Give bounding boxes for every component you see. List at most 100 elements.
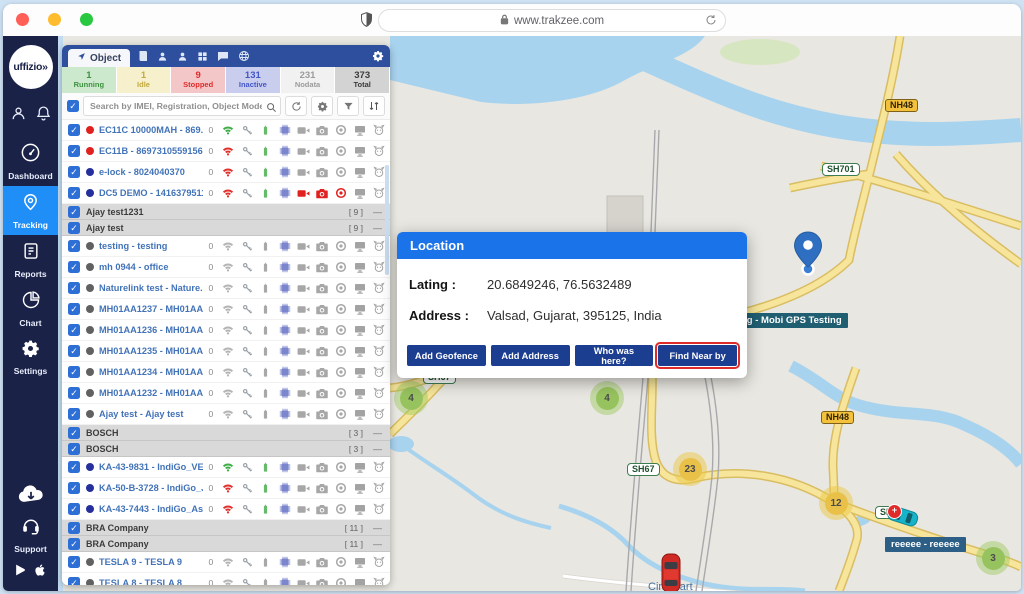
anti-theft-mask-icon[interactable] xyxy=(369,145,388,157)
key-icon[interactable] xyxy=(238,409,257,420)
vehicle-checkbox[interactable] xyxy=(68,577,80,585)
monitor-icon[interactable] xyxy=(350,346,369,357)
apple-icon[interactable] xyxy=(34,562,48,583)
photo-camera-icon[interactable] xyxy=(313,125,332,136)
vehicle-checkbox[interactable] xyxy=(68,503,80,515)
chat-icon[interactable] xyxy=(217,51,229,62)
vehicle-name[interactable]: MH01AA1234 - MH01AA... xyxy=(99,367,203,377)
globe-icon[interactable] xyxy=(238,50,250,62)
video-camera-icon[interactable] xyxy=(294,188,313,199)
vehicle-name[interactable]: mh 0944 - office xyxy=(99,262,203,272)
anti-theft-mask-icon[interactable] xyxy=(369,345,388,357)
battery-icon[interactable] xyxy=(256,504,275,515)
vehicle-checkbox[interactable] xyxy=(68,461,80,473)
refresh-icon[interactable] xyxy=(285,96,307,116)
vehicle-checkbox[interactable] xyxy=(68,166,80,178)
key-icon[interactable] xyxy=(238,483,257,494)
status-chip-total[interactable]: 373Total xyxy=(335,67,390,93)
sidebar-item-settings[interactable]: Settings xyxy=(3,333,58,382)
video-camera-icon[interactable] xyxy=(294,578,313,586)
record-disc-icon[interactable] xyxy=(332,387,351,399)
anti-theft-mask-icon[interactable] xyxy=(369,324,388,336)
vehicle-row[interactable]: TESLA 9 - TESLA 90 xyxy=(62,552,390,573)
anti-theft-mask-icon[interactable] xyxy=(369,282,388,294)
vehicle-checkbox[interactable] xyxy=(68,324,80,336)
status-chip-running[interactable]: 1Running xyxy=(62,67,117,93)
record-disc-icon[interactable] xyxy=(332,366,351,378)
anti-theft-mask-icon[interactable] xyxy=(369,556,388,568)
vehicle-checkbox[interactable] xyxy=(68,387,80,399)
chip-icon[interactable] xyxy=(275,482,294,494)
key-icon[interactable] xyxy=(238,125,257,136)
vehicle-checkbox[interactable] xyxy=(68,187,80,199)
chip-icon[interactable] xyxy=(275,303,294,315)
sort-icon[interactable] xyxy=(363,96,385,116)
key-icon[interactable] xyxy=(238,188,257,199)
collapse-icon[interactable]: — xyxy=(373,428,382,438)
key-icon[interactable] xyxy=(238,462,257,473)
record-disc-icon[interactable] xyxy=(332,282,351,294)
photo-camera-icon[interactable] xyxy=(313,241,332,252)
wifi-icon[interactable] xyxy=(219,408,238,420)
cluster-marker[interactable]: 4 xyxy=(590,381,624,415)
photo-camera-icon[interactable] xyxy=(313,388,332,399)
uffizio-logo[interactable]: uffizio» xyxy=(9,45,53,89)
key-icon[interactable] xyxy=(238,367,257,378)
vehicle-row[interactable]: MH01AA1236 - MH01AA...0 xyxy=(62,320,390,341)
search-icon[interactable] xyxy=(266,100,277,118)
sidebar-item-dashboard[interactable]: Dashboard xyxy=(3,137,58,186)
vehicle-name[interactable]: MH01AA1235 - MH01AA... xyxy=(99,346,203,356)
wifi-icon[interactable] xyxy=(219,145,238,157)
battery-icon[interactable] xyxy=(256,262,275,273)
monitor-icon[interactable] xyxy=(350,188,369,199)
group-checkbox[interactable] xyxy=(68,206,80,218)
vehicle-label[interactable]: ng - Mobi GPS Testing xyxy=(735,313,848,328)
tab-object[interactable]: Object xyxy=(68,49,130,67)
reload-icon[interactable] xyxy=(705,14,717,29)
status-chip-stopped[interactable]: 9Stopped xyxy=(171,67,226,93)
monitor-icon[interactable] xyxy=(350,557,369,568)
vehicle-row[interactable]: DC5 DEMO - 141637951110 xyxy=(62,183,390,204)
group-row[interactable]: BOSCH[ 3 ]— xyxy=(62,441,390,457)
collapse-icon[interactable]: — xyxy=(373,207,382,217)
vehicle-checkbox[interactable] xyxy=(68,482,80,494)
record-disc-icon[interactable] xyxy=(332,324,351,336)
vehicle-checkbox[interactable] xyxy=(68,345,80,357)
anti-theft-mask-icon[interactable] xyxy=(369,577,388,585)
anti-theft-mask-icon[interactable] xyxy=(369,303,388,315)
monitor-icon[interactable] xyxy=(350,504,369,515)
video-camera-icon[interactable] xyxy=(294,283,313,294)
find-near-by-button[interactable]: Find Near by xyxy=(658,345,737,366)
record-disc-icon[interactable] xyxy=(332,503,351,515)
person-icon[interactable] xyxy=(177,51,188,62)
vehicle-checkbox[interactable] xyxy=(68,261,80,273)
vehicle-checkbox[interactable] xyxy=(68,366,80,378)
vehicle-name[interactable]: EC11B - 8697310559156... xyxy=(99,146,203,156)
user-icon[interactable] xyxy=(10,105,27,127)
gear-icon[interactable] xyxy=(311,96,333,116)
vehicle-checkbox[interactable] xyxy=(68,282,80,294)
chip-icon[interactable] xyxy=(275,577,294,585)
monitor-icon[interactable] xyxy=(350,388,369,399)
battery-icon[interactable] xyxy=(256,462,275,473)
key-icon[interactable] xyxy=(238,388,257,399)
photo-camera-icon[interactable] xyxy=(313,325,332,336)
monitor-icon[interactable] xyxy=(350,241,369,252)
wifi-icon[interactable] xyxy=(219,166,238,178)
anti-theft-mask-icon[interactable] xyxy=(369,461,388,473)
wifi-icon[interactable] xyxy=(219,503,238,515)
key-icon[interactable] xyxy=(238,304,257,315)
monitor-icon[interactable] xyxy=(350,578,369,586)
vehicle-name[interactable]: DC5 DEMO - 14163795111 xyxy=(99,188,203,198)
collapse-icon[interactable]: — xyxy=(373,523,382,533)
chip-icon[interactable] xyxy=(275,240,294,252)
key-icon[interactable] xyxy=(238,167,257,178)
google-play-icon[interactable] xyxy=(14,563,27,582)
monitor-icon[interactable] xyxy=(350,283,369,294)
battery-icon[interactable] xyxy=(256,188,275,199)
wifi-icon[interactable] xyxy=(219,261,238,273)
sidebar-item-reports[interactable]: Reports xyxy=(3,235,58,284)
photo-camera-icon[interactable] xyxy=(313,483,332,494)
add-geofence-button[interactable]: Add Geofence xyxy=(407,345,486,366)
vehicle-row[interactable]: EC11C 10000MAH - 869...0 xyxy=(62,120,390,141)
